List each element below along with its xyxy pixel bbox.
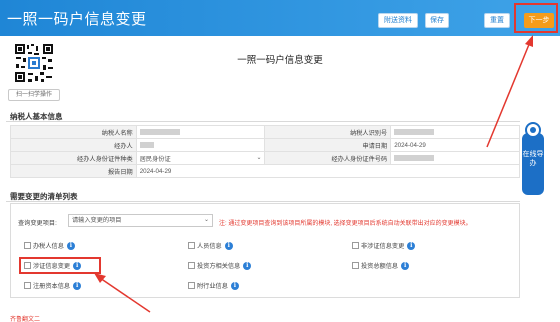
annotation-arrows (94, 35, 533, 313)
annotation-arrowhead-icon (525, 35, 533, 47)
annotation-arrow-line (486, 41, 531, 148)
footer-logo: 齐鲁翻文二 (10, 317, 41, 322)
annotation-arrow-line (99, 277, 151, 313)
